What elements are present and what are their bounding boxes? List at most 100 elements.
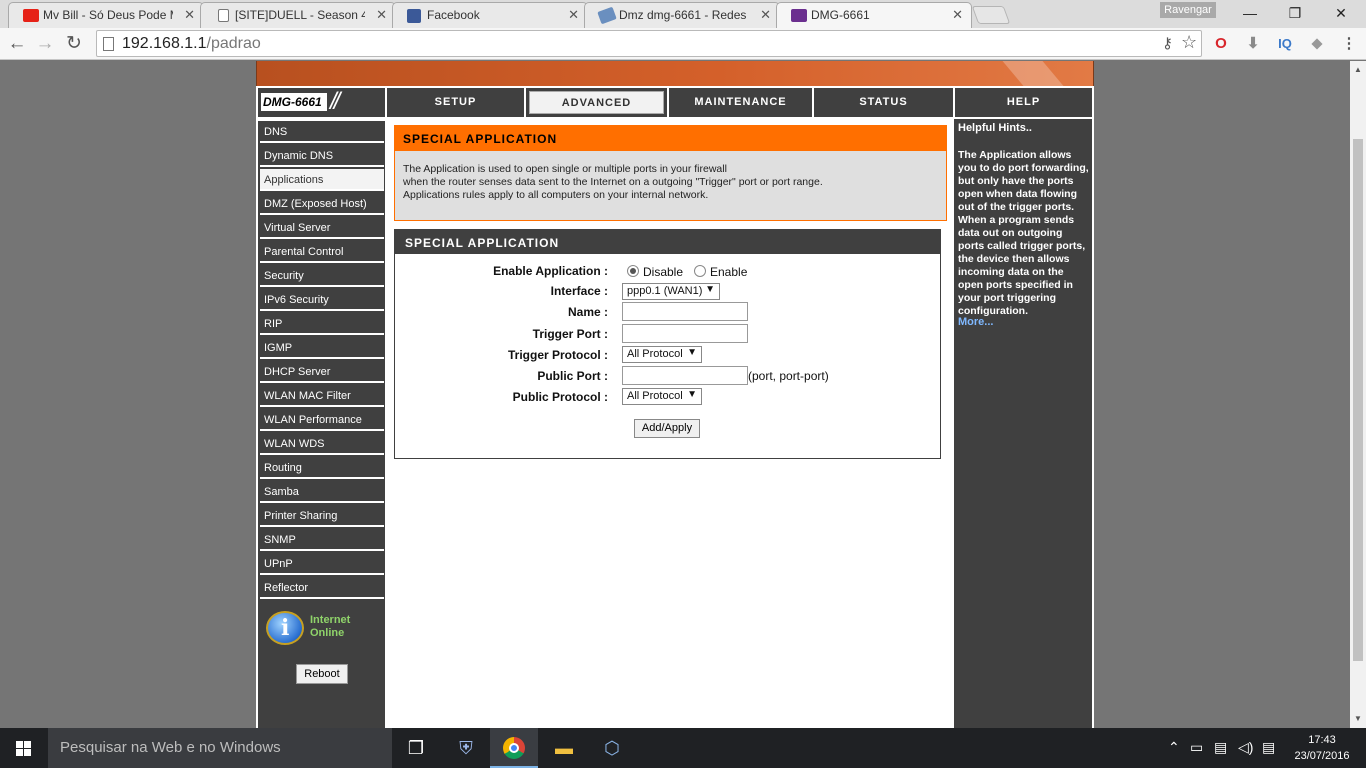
tab-setup[interactable]: SETUP [387,88,524,117]
new-tab-button[interactable] [971,6,1011,24]
info-line: when the router senses data sent to the … [403,176,823,188]
page-icon [103,37,114,51]
sidebar-item-virtual-server[interactable]: Virtual Server [260,217,384,239]
close-window-icon[interactable]: ✕ [1326,3,1356,23]
browser-tab[interactable]: Mv Bill - Só Deus Pode Mu ✕ [8,2,204,28]
system-clock[interactable]: 17:43 23/07/2016 [1286,732,1358,764]
network-icon[interactable]: ▤ [1214,739,1227,756]
back-icon[interactable]: ← [6,33,28,55]
public-protocol-select[interactable]: All Protocol ▼ [622,388,702,405]
close-icon[interactable]: ✕ [760,7,771,23]
interface-select[interactable]: ppp0.1 (WAN1) ▼ [622,283,720,300]
hints-title: Helpful Hints.. [958,122,1032,134]
trigger-protocol-value: All Protocol [627,348,683,360]
info-text: The Application is used to open single o… [403,163,943,202]
dropdown-arrow-icon: ▼ [705,284,715,295]
hints-text: The Application allows you to do port fo… [958,149,1089,317]
browser-tab[interactable]: [SITE]DUELL - Season 4 ✕ [200,2,396,28]
logo-slash-icon: // [330,88,340,115]
trigger-protocol-select[interactable]: All Protocol ▼ [622,346,702,363]
sidebar-item-reflector[interactable]: Reflector [260,577,384,599]
hints-more-link[interactable]: More... [958,316,993,328]
tab-maintenance[interactable]: MAINTENANCE [669,88,812,117]
sidebar-item-security[interactable]: Security [260,265,384,287]
interface-select-value: ppp0.1 (WAN1) [627,285,703,297]
battery-icon[interactable]: ▭ [1190,739,1203,756]
tab-status[interactable]: STATUS [814,88,953,117]
sidebar-item-ipv6-security[interactable]: IPv6 Security [260,289,384,311]
forum-icon [597,6,617,25]
browser-tab[interactable]: Facebook ✕ [392,2,588,28]
sidebar-item-wlan-mac-filter[interactable]: WLAN MAC Filter [260,385,384,407]
sidebar-item-igmp[interactable]: IGMP [260,337,384,359]
name-input[interactable] [622,302,748,321]
volume-icon[interactable]: ◁) [1238,739,1253,756]
sidebar-item-dns[interactable]: DNS [260,121,384,143]
browser-tab-active[interactable]: DMG-6661 ✕ [776,2,972,28]
download-icon[interactable]: ⬇ [1242,33,1264,55]
form-title: SPECIAL APPLICATION [395,230,940,254]
shield-app-icon[interactable]: ⛨ [442,728,490,768]
reboot-button[interactable]: Reboot [296,664,348,684]
sidebar-item-routing[interactable]: Routing [260,457,384,479]
public-protocol-label: Public Protocol : [512,390,608,404]
key-icon[interactable]: ⚷ [1162,34,1173,52]
opera-icon[interactable]: O [1210,33,1232,55]
scroll-thumb[interactable] [1353,139,1363,661]
scroll-down-icon[interactable]: ▼ [1354,714,1362,723]
enable-radio[interactable] [694,265,706,277]
forward-icon[interactable]: → [34,33,56,55]
info-line: The Application is used to open single o… [403,163,727,175]
sidebar-item-rip[interactable]: RIP [260,313,384,335]
reload-icon[interactable]: ↻ [63,33,85,55]
interface-label: Interface : [550,284,608,298]
sidebar-item-samba[interactable]: Samba [260,481,384,503]
sidebar-item-upnp[interactable]: UPnP [260,553,384,575]
close-icon[interactable]: ✕ [376,7,387,23]
tab-help[interactable]: HELP [955,88,1092,117]
tag-icon[interactable]: ⬥ [1306,33,1328,55]
profile-button[interactable]: Ravengar [1160,2,1216,18]
sidebar-item-printer-sharing[interactable]: Printer Sharing [260,505,384,527]
model-name: DMG-6661 [261,93,327,111]
restore-icon[interactable]: ❐ [1280,3,1310,23]
taskbar-search[interactable]: Pesquisar na Web e no Windows [48,728,392,768]
tab-advanced[interactable]: ADVANCED [526,88,667,117]
address-bar[interactable]: 192.168.1.1/padrao ⚷ ☆ [96,30,1202,57]
browser-tab-strip: Mv Bill - Só Deus Pode Mu ✕ [SITE]DUELL … [0,0,1366,28]
chrome-icon[interactable] [490,728,538,768]
public-port-input[interactable] [622,366,748,385]
minimize-icon[interactable]: — [1235,3,1265,23]
sidebar-item-dhcp-server[interactable]: DHCP Server [260,361,384,383]
close-icon[interactable]: ✕ [568,7,579,23]
sidebar-item-dynamic-dns[interactable]: Dynamic DNS [260,145,384,167]
sidebar-item-dmz[interactable]: DMZ (Exposed Host) [260,193,384,215]
sidebar-item-wlan-wds[interactable]: WLAN WDS [260,433,384,455]
sidebar-item-snmp[interactable]: SNMP [260,529,384,551]
bookmark-star-icon[interactable]: ☆ [1181,32,1197,53]
windows-logo-icon [16,741,32,757]
show-hidden-icons-icon[interactable]: ⌃ [1168,739,1180,756]
iq-extension-icon[interactable]: IQ [1274,33,1296,55]
browser-tab[interactable]: Dmz dmg-6661 - Redes e ✕ [584,2,780,28]
page-scrollbar[interactable]: ▲ ▼ [1350,61,1366,728]
close-icon[interactable]: ✕ [952,7,963,23]
menu-icon[interactable]: ⋮ [1338,33,1360,55]
dropdown-arrow-icon: ▼ [687,389,697,400]
start-button[interactable] [0,728,48,768]
close-icon[interactable]: ✕ [184,7,195,23]
sidebar-item-parental-control[interactable]: Parental Control [260,241,384,263]
disable-radio[interactable] [627,265,639,277]
add-apply-button[interactable]: Add/Apply [634,419,700,438]
scroll-up-icon[interactable]: ▲ [1354,65,1362,74]
public-port-hint: (port, port-port) [748,369,829,383]
trigger-port-input[interactable] [622,324,748,343]
clock-date: 23/07/2016 [1294,750,1350,762]
tab-title: Dmz dmg-6661 - Redes e [619,8,749,22]
sidebar-item-applications[interactable]: Applications [260,169,384,191]
virtualbox-icon[interactable]: ⬡ [588,728,636,768]
file-explorer-icon[interactable]: ▬ [540,728,588,768]
sidebar-item-wlan-performance[interactable]: WLAN Performance [260,409,384,431]
task-view-icon[interactable]: ❐ [392,728,440,768]
action-center-icon[interactable]: ▤ [1262,739,1275,756]
